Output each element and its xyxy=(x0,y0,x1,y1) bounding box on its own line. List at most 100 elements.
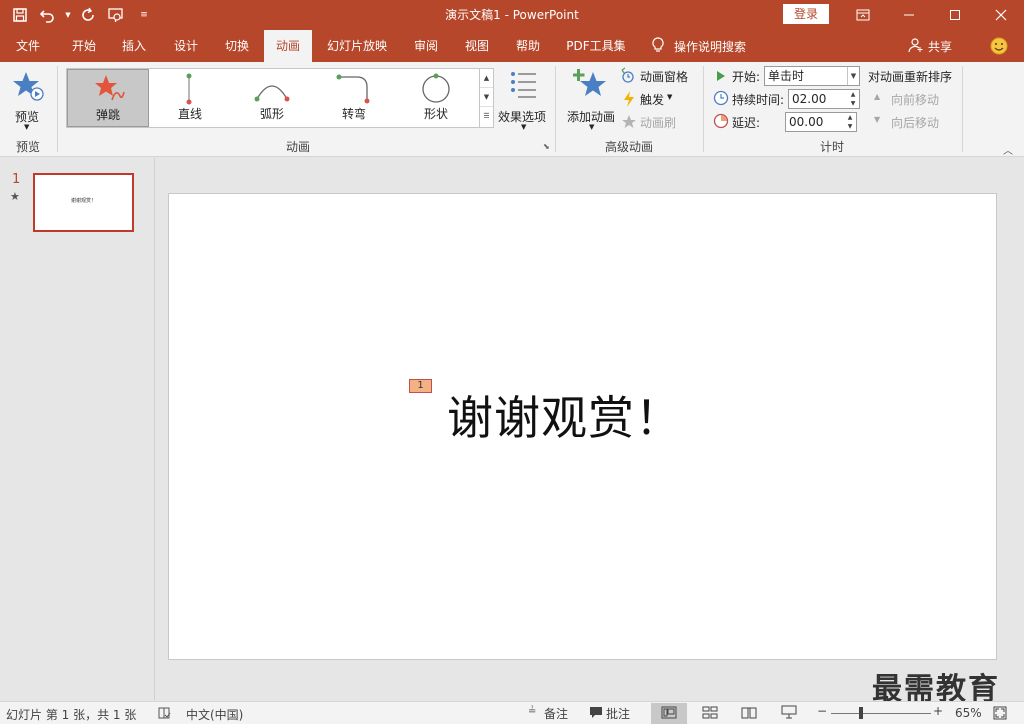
tab-view[interactable]: 视图 xyxy=(453,30,501,62)
effect-options-dropdown-icon: ▼ xyxy=(521,123,527,131)
slide-thumbnail[interactable]: 谢谢观赏！ xyxy=(33,173,134,232)
tab-pdf-tools[interactable]: PDF工具集 xyxy=(558,30,634,62)
slide-title-text[interactable]: 谢谢观赏！ xyxy=(447,382,682,448)
gallery-more-icon[interactable]: ☰ xyxy=(480,107,493,126)
arc-path-icon xyxy=(253,77,291,106)
gallery-item-shape[interactable]: 形状 xyxy=(395,69,477,127)
ribbon-display-options-icon[interactable] xyxy=(840,0,886,30)
separator xyxy=(703,66,704,152)
effect-options-button[interactable]: 效果选项 ▼ xyxy=(496,68,552,134)
save-icon[interactable] xyxy=(8,3,32,27)
tab-review[interactable]: 审阅 xyxy=(402,30,450,62)
quick-access-toolbar: ▼ ≡ xyxy=(8,0,156,30)
reorder-animation-label: 对动画重新排序 xyxy=(868,70,953,84)
duration-label: 持续时间: xyxy=(732,93,785,107)
bounce-star-icon xyxy=(92,74,126,107)
add-animation-button[interactable]: 添加动画 ▼ xyxy=(563,68,619,134)
shape-path-icon xyxy=(421,73,451,108)
move-earlier-icon: ▲ xyxy=(874,92,881,101)
move-earlier-button[interactable]: ▲ 向前移动 xyxy=(874,91,954,107)
close-icon[interactable] xyxy=(978,0,1024,30)
animation-painter-label: 动画刷 xyxy=(640,116,677,130)
window-controls xyxy=(840,0,1024,30)
customize-qat-icon[interactable]: ≡ xyxy=(132,3,156,27)
animation-painter-icon xyxy=(620,113,638,134)
gallery-label-line: 直线 xyxy=(177,107,202,121)
gallery-item-line[interactable]: 直线 xyxy=(149,69,231,127)
comments-label: 批注 xyxy=(606,707,631,721)
delay-spinner-icon[interactable]: ▲ ▼ xyxy=(844,113,856,131)
gallery-item-bounce[interactable]: 弹跳 xyxy=(67,69,149,127)
move-later-button[interactable]: ▼ 向后移动 xyxy=(874,114,954,130)
lightbulb-icon xyxy=(652,36,664,56)
tab-help[interactable]: 帮助 xyxy=(504,30,552,62)
tab-slideshow[interactable]: 幻灯片放映 xyxy=(318,30,396,62)
minimize-icon[interactable] xyxy=(886,0,932,30)
tab-animations[interactable]: 动画 xyxy=(264,30,312,62)
thumbnail-animation-star-icon: ★ xyxy=(10,190,20,203)
spell-check-icon[interactable] xyxy=(157,706,171,723)
advanced-animation-group-label: 高级动画 xyxy=(604,140,653,154)
zoom-slider-track[interactable] xyxy=(831,713,931,714)
gallery-label-bounce: 弹跳 xyxy=(95,108,120,122)
gallery-label-shape: 形状 xyxy=(423,107,448,121)
trigger-button[interactable]: 触发 ▼ xyxy=(620,90,680,108)
collapse-ribbon-icon[interactable]: ︿ xyxy=(1003,142,1013,157)
zoom-slider-thumb[interactable] xyxy=(859,707,863,719)
slide-info: 幻灯片 第 1 张，共 1 张 xyxy=(6,708,137,722)
fit-slide-icon[interactable] xyxy=(993,706,1007,723)
undo-dropdown-icon[interactable]: ▼ xyxy=(64,3,72,27)
animation-pane-label: 动画窗格 xyxy=(640,70,689,84)
gallery-label-arc: 弧形 xyxy=(259,107,284,121)
comments-button[interactable]: 批注 xyxy=(589,705,635,722)
animation-dialog-launcher-icon[interactable]: ⬊ xyxy=(543,142,550,151)
move-later-icon: ▼ xyxy=(874,115,881,124)
preview-button[interactable]: 预览 ▼ xyxy=(8,68,48,134)
reading-view-button[interactable] xyxy=(731,703,767,724)
duration-input[interactable]: 02.00 ▲ ▼ xyxy=(788,89,860,109)
animation-order-tag[interactable]: 1 xyxy=(409,379,432,393)
tab-insert[interactable]: 插入 xyxy=(110,30,158,62)
normal-view-button[interactable] xyxy=(651,703,687,724)
tab-design[interactable]: 设计 xyxy=(162,30,210,62)
preview-dropdown-icon: ▼ xyxy=(24,123,30,131)
notes-icon: ≟ xyxy=(528,706,537,717)
trigger-label: 触发 xyxy=(640,93,665,107)
start-dropdown-icon[interactable]: ▼ xyxy=(847,67,859,85)
gallery-item-arc[interactable]: 弧形 xyxy=(231,69,313,127)
notes-button[interactable]: ≟ 备注 xyxy=(528,705,574,722)
delay-input[interactable]: 00.00 ▲ ▼ xyxy=(785,112,857,132)
separator xyxy=(555,66,556,152)
redo-icon[interactable] xyxy=(76,3,100,27)
language-indicator[interactable]: 中文(中国) xyxy=(186,706,243,723)
duration-spinner-icon[interactable]: ▲ ▼ xyxy=(847,90,859,108)
zoom-in-icon[interactable]: + xyxy=(933,704,943,718)
slide-canvas[interactable]: 1 谢谢观赏！ xyxy=(168,193,997,660)
tell-me-label: 操作说明搜索 xyxy=(674,39,747,54)
zoom-out-icon[interactable]: − xyxy=(817,704,827,718)
start-slideshow-icon[interactable] xyxy=(104,3,128,27)
slide-sorter-button[interactable] xyxy=(692,703,728,724)
gallery-scroll-up-icon[interactable]: ▲ xyxy=(480,69,493,88)
gallery-item-turn[interactable]: 转弯 xyxy=(313,69,395,127)
comment-icon xyxy=(589,706,603,722)
zoom-level[interactable]: 65% xyxy=(955,706,982,720)
tab-file[interactable]: 文件 xyxy=(4,30,52,62)
tell-me-search[interactable]: 操作说明搜索 xyxy=(652,30,746,62)
gallery-scroll-down-icon[interactable]: ▼ xyxy=(480,88,493,107)
tab-home[interactable]: 开始 xyxy=(60,30,108,62)
move-earlier-label: 向前移动 xyxy=(891,93,940,107)
tab-transitions[interactable]: 切换 xyxy=(213,30,261,62)
share-button[interactable]: 共享 xyxy=(908,30,952,62)
start-select[interactable]: 单击时 ▼ xyxy=(764,66,860,86)
maximize-icon[interactable] xyxy=(932,0,978,30)
slideshow-view-button[interactable] xyxy=(771,703,807,724)
status-bar: 幻灯片 第 1 张，共 1 张 中文(中国) ≟ 备注 批注 − + 65% xyxy=(0,701,1024,724)
animation-group-label: 动画 xyxy=(285,140,310,154)
login-button[interactable]: 登录 xyxy=(783,4,829,24)
gallery-label-turn: 转弯 xyxy=(341,107,366,121)
feedback-smiley-icon[interactable] xyxy=(990,37,1008,55)
undo-icon[interactable] xyxy=(36,3,60,27)
animation-painter-button[interactable]: 动画刷 xyxy=(620,113,680,131)
animation-pane-button[interactable]: 动画窗格 xyxy=(620,67,700,85)
